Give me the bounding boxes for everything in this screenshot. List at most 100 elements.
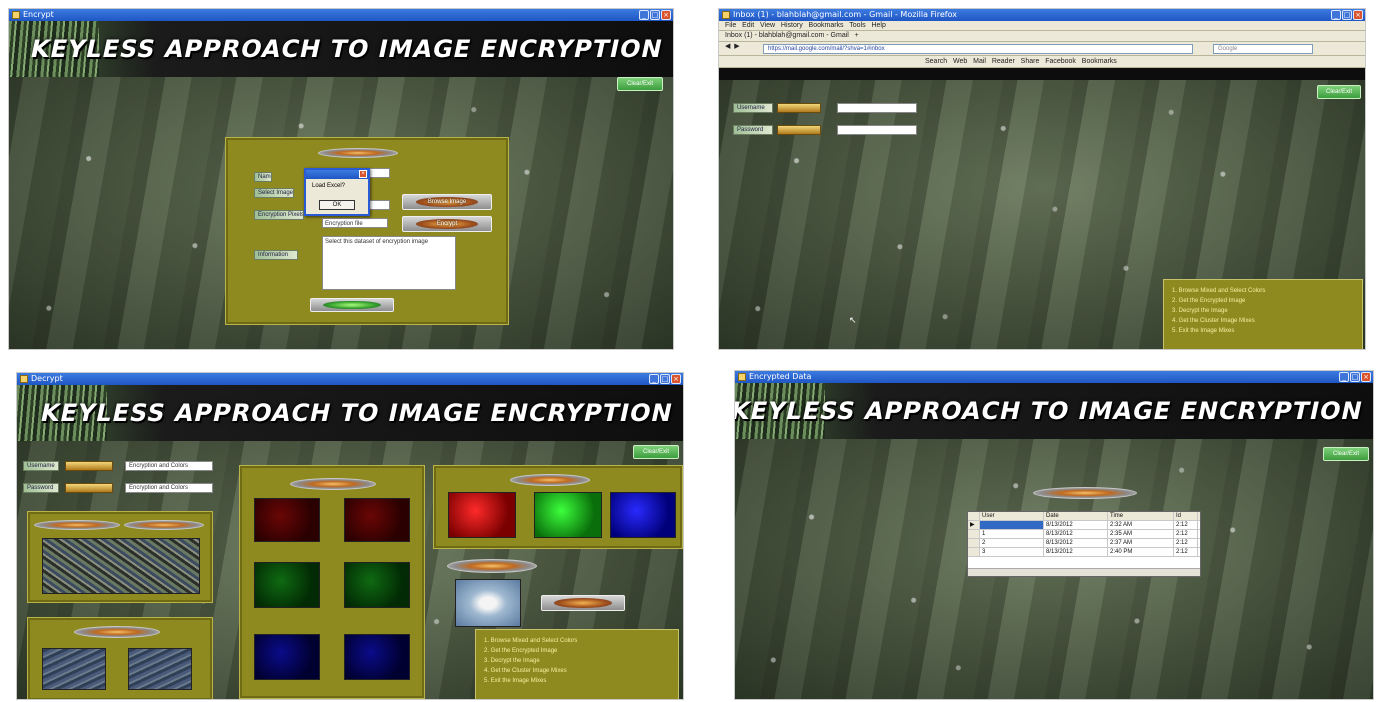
column-header[interactable]: Date [1044, 512, 1108, 520]
button-oval-graphic [323, 300, 381, 310]
dialog-titlebar: × [306, 170, 368, 179]
menu-file[interactable]: File [725, 22, 736, 29]
menu-tools[interactable]: Tools [849, 22, 865, 29]
browse-image-button[interactable]: Browse Image [402, 194, 492, 210]
toolbar-item-share[interactable]: Share [1021, 58, 1040, 65]
table-cell[interactable]: 2:12 [1174, 539, 1198, 547]
close-button[interactable]: × [661, 10, 671, 20]
process-button[interactable] [541, 595, 625, 611]
menu-view[interactable]: View [760, 22, 775, 29]
minimize-button[interactable]: _ [649, 374, 659, 384]
banner-title: KEYLESS APPROACH TO IMAGE ENCRYPTION [38, 399, 676, 427]
table-cell[interactable] [980, 521, 1044, 529]
red-output-tile [448, 492, 516, 538]
table-cell[interactable]: 2:12 [1174, 530, 1198, 538]
minimize-button[interactable]: _ [1339, 372, 1349, 382]
column-header[interactable]: Time [1108, 512, 1174, 520]
encrypt-action-label: Encrypt [436, 221, 458, 227]
table-row[interactable]: 2 8/13/2012 2:37 AM 2:12 [968, 539, 1200, 548]
data-table[interactable]: User Date Time Id ▶ 8/13/2012 2:32 AM 2:… [967, 511, 1201, 577]
toolbar-item-search[interactable]: Search [925, 58, 947, 65]
row-header-cell[interactable] [968, 530, 980, 538]
row-selector-icon[interactable]: ▶ [968, 521, 980, 529]
horizontal-scrollbar[interactable] [968, 568, 1200, 576]
table-cell[interactable]: 1 [980, 530, 1044, 538]
table-cell[interactable]: 2:12 [1174, 521, 1198, 529]
back-icon[interactable]: ◀ [725, 43, 730, 50]
maximize-button[interactable]: □ [1342, 10, 1352, 20]
clear-exit-button[interactable]: Clear/Exit [633, 445, 679, 459]
merged-channel-panel [433, 465, 683, 549]
dialog-ok-button[interactable]: OK [319, 200, 355, 210]
menu-edit[interactable]: Edit [742, 22, 754, 29]
clear-exit-button[interactable]: Clear/Exit [1323, 447, 1369, 461]
maximize-button[interactable]: □ [1350, 372, 1360, 382]
toolbar-item-web[interactable]: Web [953, 58, 967, 65]
information-textarea[interactable]: Select this dataset of encryption image [322, 236, 456, 290]
table-row[interactable]: ▶ 8/13/2012 2:32 AM 2:12 [968, 521, 1200, 530]
table-cell[interactable]: 3 [980, 548, 1044, 556]
table-cell[interactable]: 2 [980, 539, 1044, 547]
mouse-cursor-icon: ↖ [849, 315, 857, 325]
table-cell[interactable]: 2:32 AM [1108, 521, 1174, 529]
run-button[interactable] [310, 298, 394, 312]
toolbar-item-reader[interactable]: Reader [992, 58, 1015, 65]
column-header[interactable]: User [980, 512, 1044, 520]
table-cell[interactable]: 2:37 AM [1108, 539, 1174, 547]
password-label: Password [23, 483, 59, 493]
url-bar[interactable]: https://mail.google.com/mail/?shva=1#inb… [763, 44, 1193, 54]
username-input[interactable] [837, 103, 917, 113]
step-item: 5. Exit the Image Mixes [484, 678, 547, 684]
encrypt-action-button[interactable]: Encrypt [402, 216, 492, 232]
row-header-cell[interactable] [968, 548, 980, 556]
menu-bookmarks[interactable]: Bookmarks [809, 22, 844, 29]
menu-bar: File Edit View History Bookmarks Tools H… [719, 21, 1365, 31]
table-cell[interactable]: 8/13/2012 [1044, 521, 1108, 529]
password-gold-bar [777, 125, 821, 135]
password-input[interactable] [837, 125, 917, 135]
table-cell[interactable]: 8/13/2012 [1044, 548, 1108, 556]
row-header-cell [968, 512, 980, 520]
maximize-button[interactable]: □ [660, 374, 670, 384]
encryption-file-field[interactable]: Encryption file [322, 218, 388, 228]
menu-history[interactable]: History [781, 22, 803, 29]
table-cell[interactable]: 8/13/2012 [1044, 530, 1108, 538]
toolbar-item-bookmarks[interactable]: Bookmarks [1082, 58, 1117, 65]
close-button[interactable]: × [671, 374, 681, 384]
tab-inbox[interactable]: Inbox (1) - blahblah@gmail.com - Gmail [725, 32, 849, 39]
password-input[interactable]: Encryption and Colors [125, 483, 213, 493]
table-cell[interactable]: 8/13/2012 [1044, 539, 1108, 547]
row-header-cell[interactable] [968, 539, 980, 547]
step-item: 3. Decrypt the Image [1172, 308, 1228, 314]
screen-browser: Inbox (1) - blahblah@gmail.com - Gmail -… [718, 8, 1366, 350]
column-header[interactable]: Id [1174, 512, 1198, 520]
new-tab-button[interactable]: + [851, 32, 859, 39]
username-gold-bar [777, 103, 821, 113]
minimize-button[interactable]: _ [639, 10, 649, 20]
step-item: 4. Get the Cluster Image Mixes [1172, 318, 1255, 324]
search-box[interactable]: Google [1213, 44, 1313, 54]
clear-exit-button[interactable]: Clear/Exit [1317, 85, 1361, 99]
step-item: 5. Exit the Image Mixes [1172, 328, 1235, 334]
clear-exit-button[interactable]: Clear/Exit [617, 77, 663, 91]
toolbar-item-facebook[interactable]: Facebook [1045, 58, 1076, 65]
toolbar-item-mail[interactable]: Mail [973, 58, 986, 65]
app-icon [12, 11, 20, 19]
window-controls: _ □ × [639, 10, 671, 20]
menu-help[interactable]: Help [871, 22, 885, 29]
minimize-button[interactable]: _ [1331, 10, 1341, 20]
close-button[interactable]: × [1361, 372, 1371, 382]
forward-icon[interactable]: ▶ [734, 43, 739, 50]
username-input[interactable]: Encryption and Colors [125, 461, 213, 471]
table-row[interactable]: 1 8/13/2012 2:35 AM 2:12 [968, 530, 1200, 539]
table-cell[interactable]: 2:40 PM [1108, 548, 1174, 556]
table-cell[interactable]: 2:35 AM [1108, 530, 1174, 538]
dialog-close-button[interactable]: × [359, 170, 367, 178]
maximize-button[interactable]: □ [650, 10, 660, 20]
red-channel-tile [344, 498, 410, 542]
table-row[interactable]: 3 8/13/2012 2:40 PM 2:12 [968, 548, 1200, 557]
green-channel-tile [344, 562, 410, 608]
table-cell[interactable]: 2:12 [1174, 548, 1198, 556]
close-button[interactable]: × [1353, 10, 1363, 20]
split-image-left [42, 648, 106, 690]
